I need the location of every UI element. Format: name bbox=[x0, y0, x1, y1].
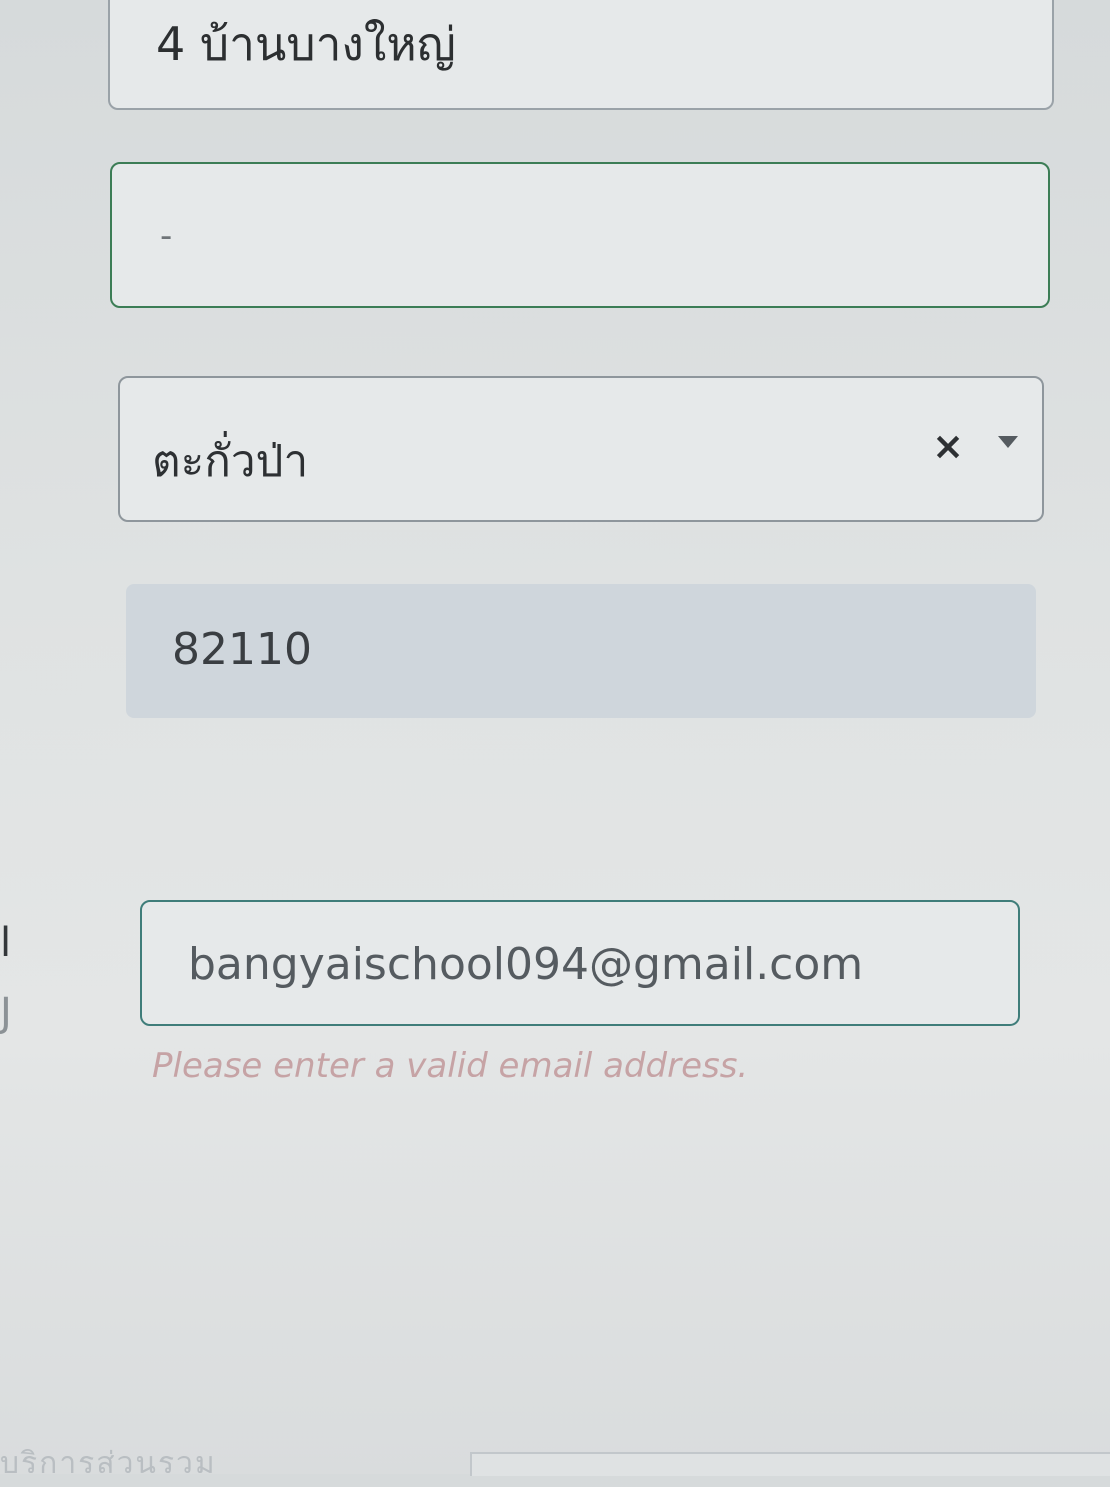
email-field[interactable] bbox=[140, 900, 1020, 1026]
address-value: 4 บ้านบางใหญ่ bbox=[156, 17, 456, 71]
bottom-divider bbox=[470, 1452, 1110, 1476]
road-value: - bbox=[160, 216, 173, 256]
postal-code-field: 82110 bbox=[126, 584, 1036, 718]
email-error-message: Please enter a valid email address. bbox=[152, 1046, 749, 1086]
address-field[interactable]: 4 บ้านบางใหญ่ bbox=[108, 0, 1054, 110]
email-input[interactable] bbox=[188, 932, 988, 996]
district-value: ตะกั่วป่า bbox=[152, 436, 309, 487]
clear-selection-icon[interactable]: × bbox=[932, 424, 964, 468]
road-field[interactable]: - bbox=[110, 162, 1050, 308]
district-select[interactable]: ตะกั่วป่า × bbox=[118, 376, 1044, 522]
truncated-label-fragment: J bbox=[0, 990, 12, 1036]
postal-code-value: 82110 bbox=[172, 624, 312, 675]
dropdown-caret-icon[interactable] bbox=[998, 436, 1018, 448]
footer-text: บริการส่วนรวม bbox=[0, 1446, 217, 1481]
truncated-label-fragment: l bbox=[0, 920, 12, 966]
